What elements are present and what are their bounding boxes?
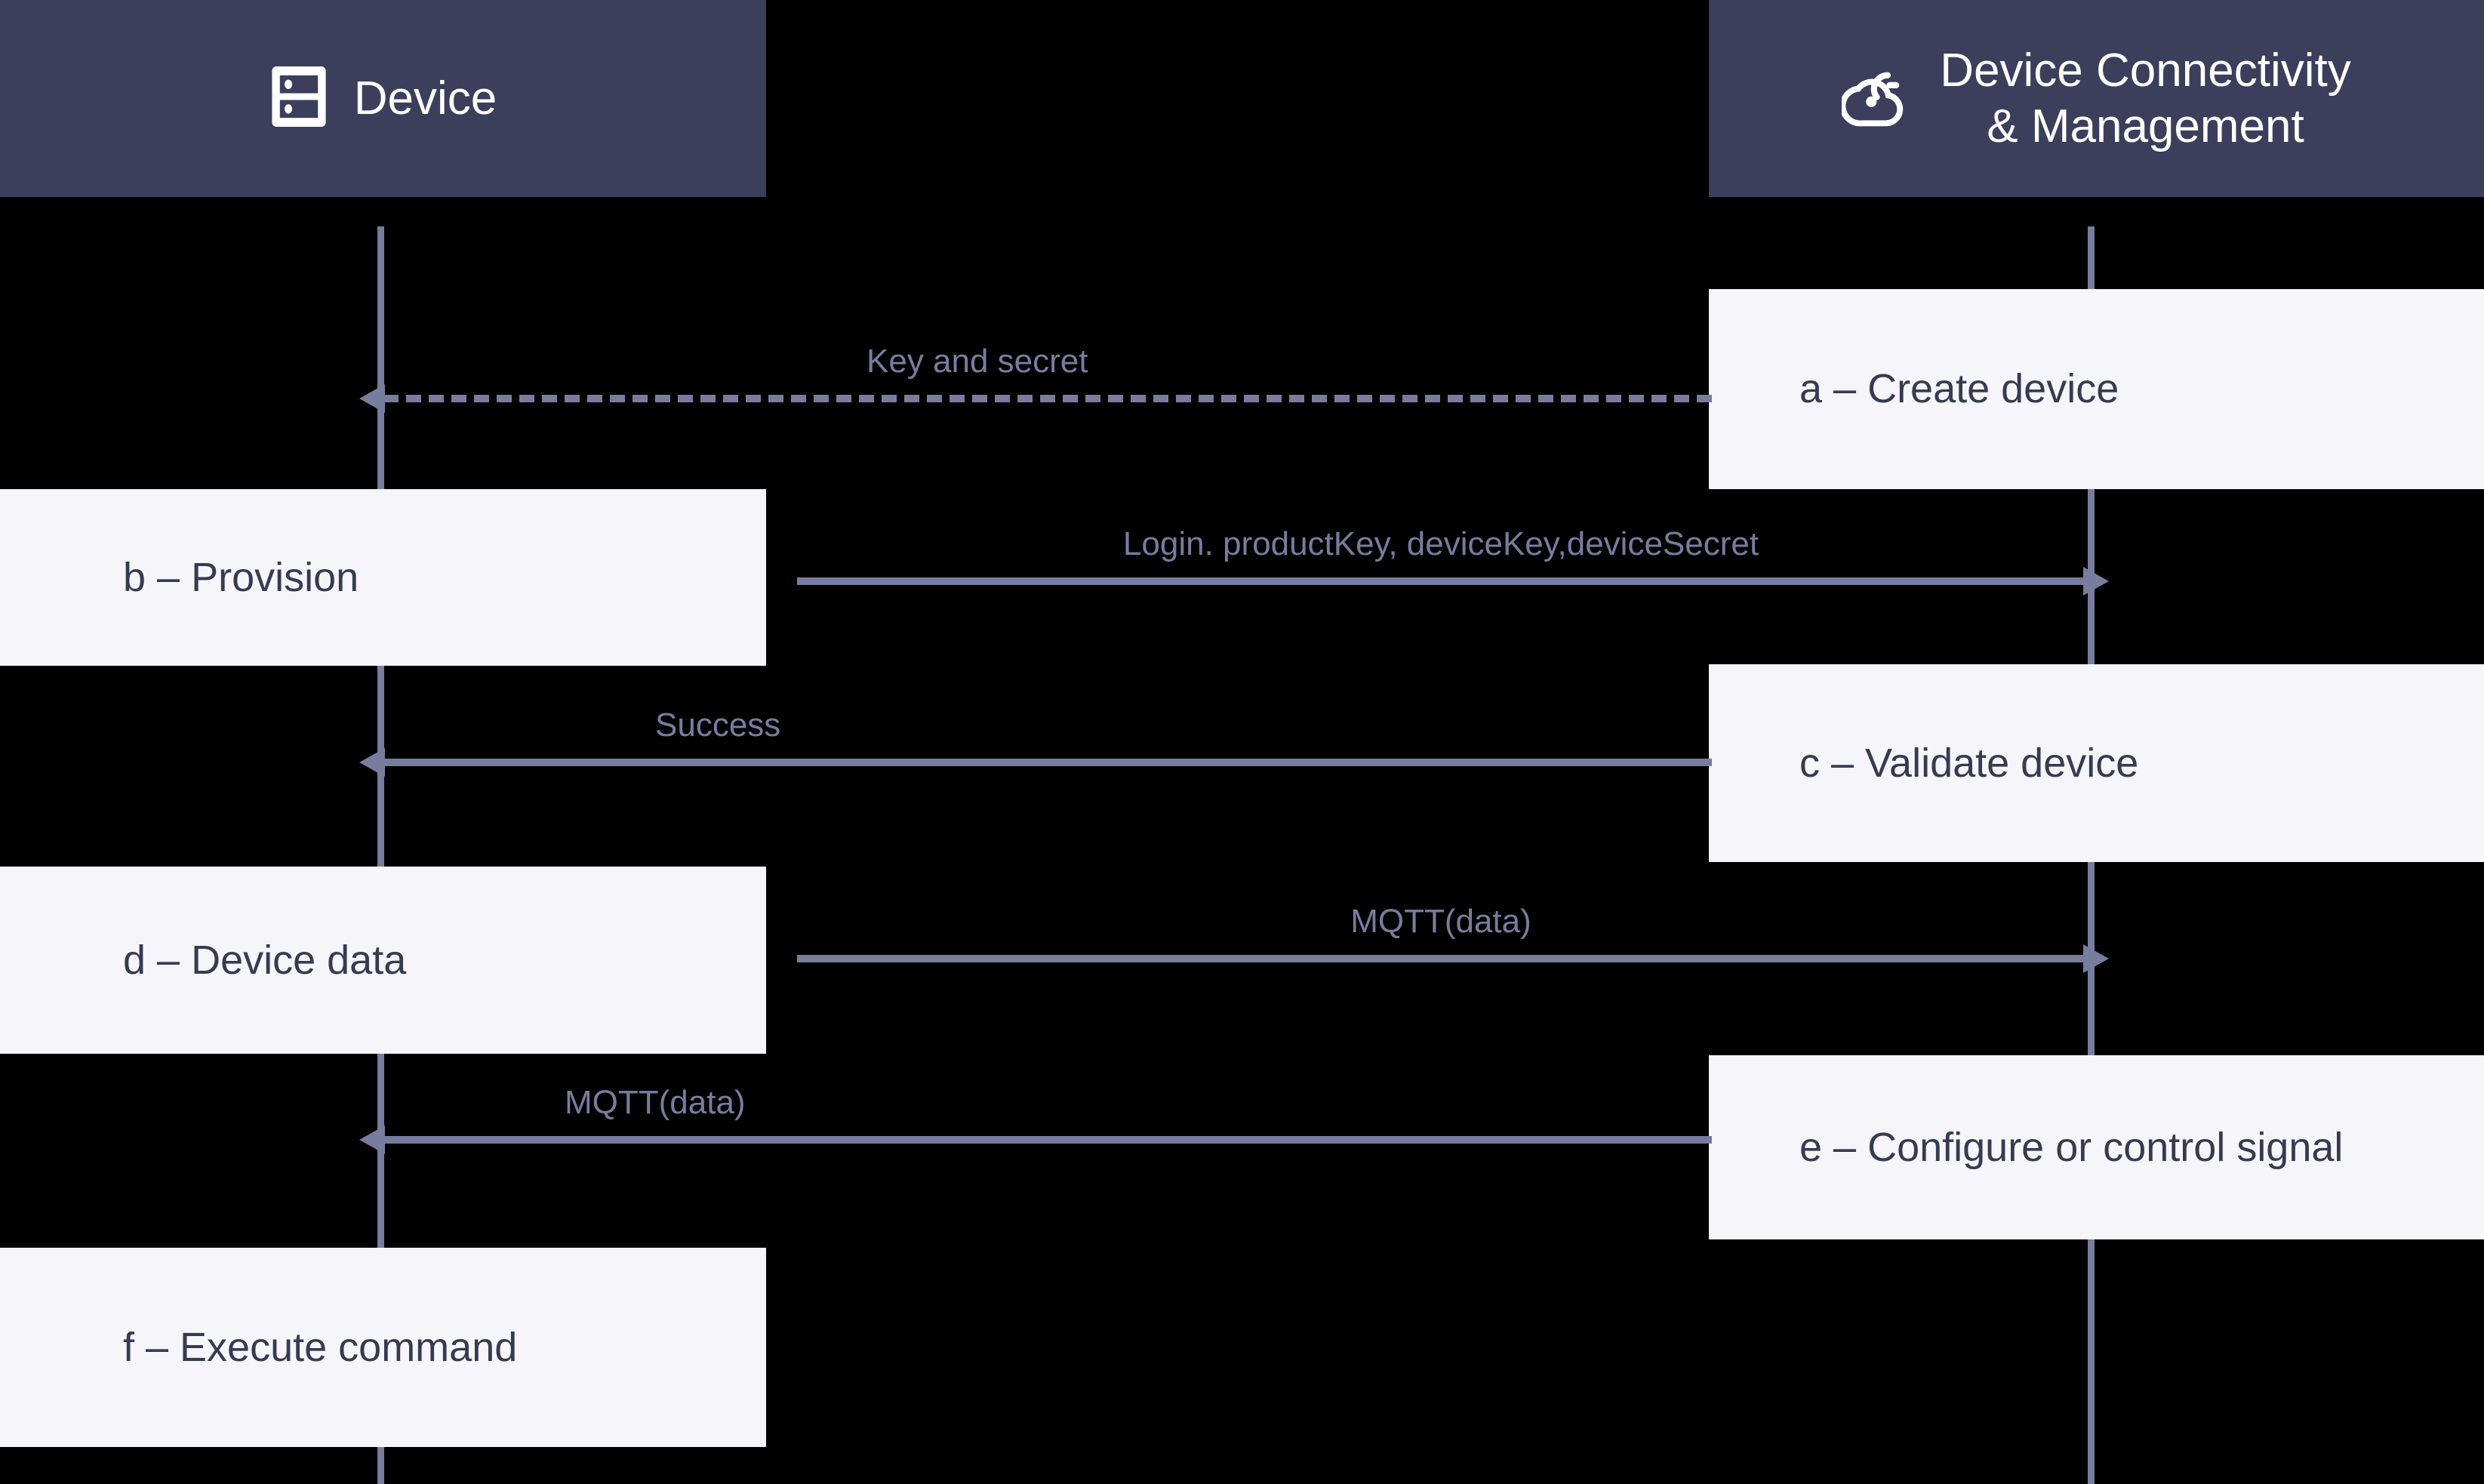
- sequence-diagram-canvas: Device Device Connectivity & Management …: [0, 0, 2484, 1484]
- action-box-c-validate-device: c – Validate device: [1709, 664, 2484, 862]
- action-box-b-provision: b – Provision: [0, 489, 766, 666]
- action-box-label: a – Create device: [1799, 366, 2119, 412]
- arrowhead-right-icon: [2083, 567, 2109, 596]
- message-label: MQTT(data): [1350, 903, 1531, 940]
- message-label: MQTT(data): [565, 1084, 746, 1121]
- message-line-solid: [797, 577, 2085, 585]
- action-box-d-device-data: d – Device data: [0, 867, 766, 1054]
- arrowhead-left-icon: [359, 1125, 385, 1154]
- action-box-a-create-device: a – Create device: [1709, 289, 2484, 489]
- message-label: Login. productKey, deviceKey,deviceSecre…: [1122, 525, 1759, 562]
- message-label: Key and secret: [866, 343, 1088, 380]
- participant-label-cloud: Device Connectivity & Management: [1940, 45, 2351, 152]
- action-box-label: f – Execute command: [123, 1324, 518, 1370]
- action-box-f-execute-command: f – Execute command: [0, 1248, 766, 1447]
- message-label: Success: [655, 707, 781, 744]
- participant-header-cloud: Device Connectivity & Management: [1709, 0, 2484, 197]
- server-rack-icon: [269, 64, 328, 133]
- action-box-e-configure-or-control-signal: e – Configure or control signal: [1709, 1055, 2484, 1239]
- arrowhead-right-icon: [2083, 944, 2109, 973]
- message-line-solid: [383, 1136, 1712, 1144]
- action-box-label: c – Validate device: [1799, 740, 2139, 786]
- action-box-label: d – Device data: [123, 937, 407, 983]
- participant-header-device: Device: [0, 0, 766, 197]
- arrowhead-left-icon: [359, 384, 385, 413]
- cloud-connectivity-icon: [1839, 64, 1914, 133]
- message-line-solid: [797, 955, 2085, 962]
- action-box-label: b – Provision: [123, 554, 359, 600]
- arrowhead-left-icon: [359, 748, 385, 777]
- message-line-solid: [383, 759, 1712, 766]
- message-line-dashed: [383, 395, 1712, 402]
- action-box-label: e – Configure or control signal: [1799, 1124, 2344, 1170]
- participant-label-device: Device: [353, 72, 497, 125]
